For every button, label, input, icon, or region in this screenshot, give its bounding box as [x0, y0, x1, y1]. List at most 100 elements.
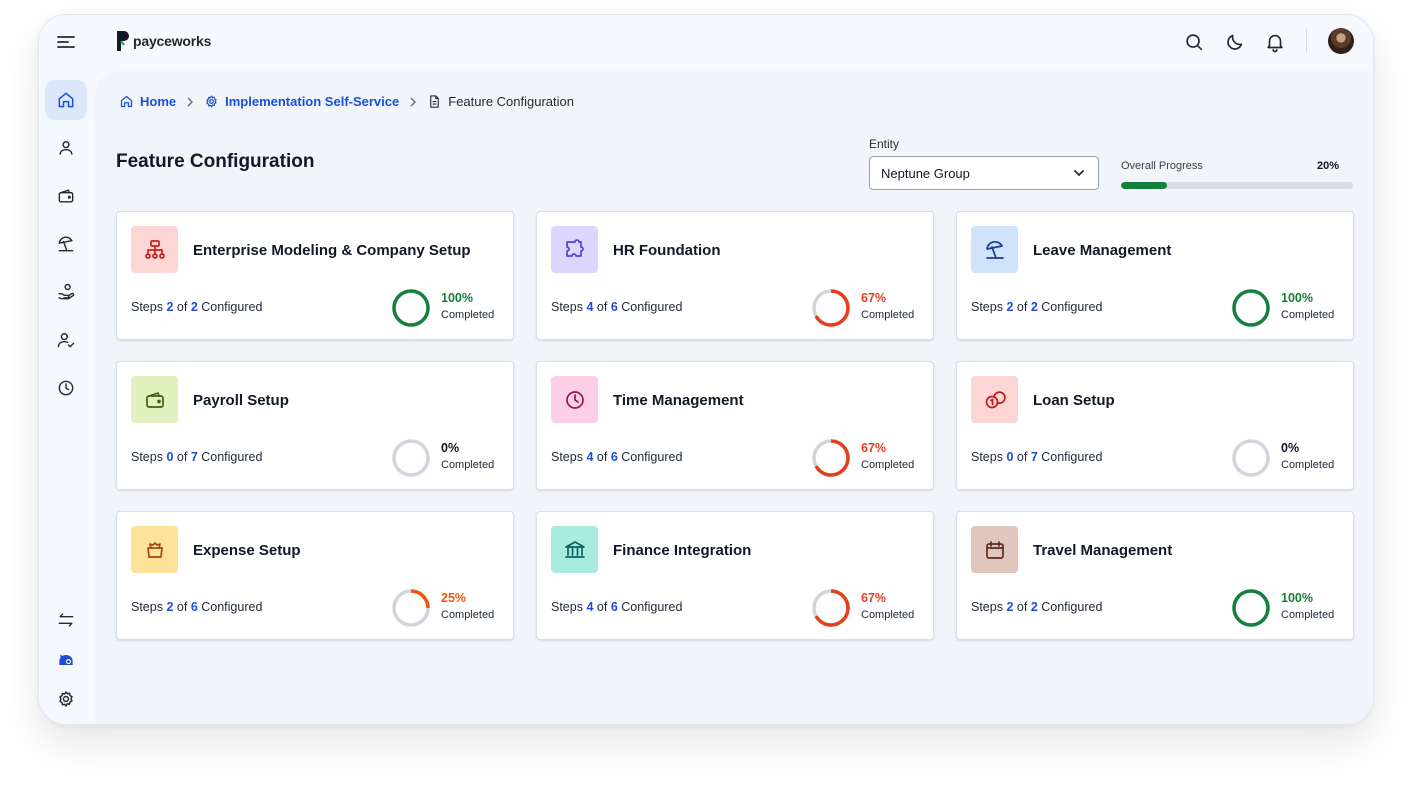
feature-steps: Steps 2 of 2 Configured	[131, 300, 262, 314]
steps-of: of	[596, 600, 608, 614]
coins-icon	[985, 390, 1006, 408]
sidebar-item-loans[interactable]	[45, 272, 87, 312]
feature-card[interactable]: Payroll Setup Steps 0 of 7 Configured 0%…	[116, 361, 514, 490]
overall-progress-fill	[1121, 182, 1168, 189]
user-avatar[interactable]	[1328, 28, 1354, 54]
sidebar-item-switch[interactable]	[45, 600, 87, 640]
sidebar-item-time[interactable]	[45, 368, 87, 408]
steps-prefix: Steps	[971, 300, 1003, 314]
money-bag-icon	[146, 541, 163, 558]
steps-done: 2	[1006, 300, 1014, 314]
progress-ring	[1232, 439, 1270, 477]
feature-completed-label: Completed	[1281, 459, 1335, 471]
progress-ring-track	[1232, 439, 1270, 477]
chevron-right-icon	[184, 96, 196, 108]
brand-name: payceworks	[133, 33, 212, 49]
chevron-down-icon	[1074, 170, 1084, 177]
progress-ring-fill	[392, 289, 430, 327]
steps-done: 4	[586, 450, 594, 464]
entity-select[interactable]: Neptune Group	[869, 156, 1099, 190]
steps-total: 6	[610, 600, 618, 614]
main-content: Home Implementation Self-Service Feature…	[95, 71, 1373, 724]
progress-ring	[392, 439, 430, 477]
sidebar-item-people[interactable]	[45, 128, 87, 168]
feature-icon-tile	[551, 226, 598, 273]
entity-label: Entity	[869, 137, 900, 151]
feature-steps: Steps 2 of 2 Configured	[971, 300, 1102, 314]
steps-of: of	[596, 450, 608, 464]
clock-icon	[565, 390, 584, 409]
settings-icon	[59, 691, 73, 707]
mascot-icon	[59, 655, 73, 665]
sidebar-item-leave[interactable]	[45, 224, 87, 264]
feature-title: Finance Integration	[613, 542, 752, 559]
steps-done: 2	[166, 600, 174, 614]
steps-suffix: Configured	[201, 450, 263, 464]
sidebar-item-approvals[interactable]	[45, 320, 87, 360]
feature-percent: 100%	[441, 291, 473, 305]
steps-of: of	[176, 450, 188, 464]
steps-done: 2	[1006, 600, 1014, 614]
breadcrumb-section[interactable]: Implementation Self-Service	[204, 94, 399, 109]
breadcrumb-current-label: Feature Configuration	[448, 94, 574, 109]
feature-card[interactable]: Leave Management Steps 2 of 2 Configured…	[956, 211, 1354, 340]
app-window: payceworks Home Implementation Self-Serv…	[38, 14, 1374, 725]
steps-prefix: Steps	[971, 600, 1003, 614]
brand-logo[interactable]: payceworks	[115, 29, 211, 53]
feature-title: Time Management	[613, 392, 744, 409]
progress-ring	[1232, 589, 1270, 627]
feature-completed-label: Completed	[861, 459, 915, 471]
entity-select-value: Neptune Group	[881, 165, 970, 181]
feature-card[interactable]: HR Foundation Steps 4 of 6 Configured 67…	[536, 211, 934, 340]
feature-completed-label: Completed	[861, 609, 915, 621]
feature-steps: Steps 0 of 7 Configured	[131, 450, 262, 464]
bell-icon[interactable]	[1264, 31, 1286, 53]
progress-ring	[812, 439, 850, 477]
progress-ring	[812, 589, 850, 627]
chevron-right-icon	[407, 96, 419, 108]
hand-coins-icon	[58, 283, 75, 300]
steps-total: 2	[1030, 600, 1038, 614]
search-icon[interactable]	[1183, 31, 1205, 53]
steps-prefix: Steps	[551, 450, 583, 464]
steps-suffix: Configured	[1041, 300, 1103, 314]
moon-icon[interactable]	[1224, 31, 1246, 53]
top-bar: payceworks	[39, 15, 1373, 71]
progress-ring	[392, 589, 430, 627]
sidebar-item-settings[interactable]	[45, 679, 87, 719]
steps-of: of	[1016, 600, 1028, 614]
feature-icon-tile	[551, 526, 598, 573]
feature-card[interactable]: Time Management Steps 4 of 6 Configured …	[536, 361, 934, 490]
feature-percent: 100%	[1281, 591, 1313, 605]
swap-icon	[58, 613, 74, 627]
feature-icon-tile	[971, 226, 1018, 273]
feature-steps: Steps 2 of 6 Configured	[131, 600, 262, 614]
wallet-icon	[58, 189, 74, 203]
steps-suffix: Configured	[201, 600, 263, 614]
feature-card[interactable]: Travel Management Steps 2 of 2 Configure…	[956, 511, 1354, 640]
feature-title: Travel Management	[1033, 542, 1173, 559]
steps-suffix: Configured	[621, 300, 683, 314]
steps-suffix: Configured	[1041, 600, 1103, 614]
feature-icon-tile	[971, 376, 1018, 423]
gear-icon	[206, 95, 217, 108]
steps-prefix: Steps	[971, 450, 1003, 464]
feature-icon-tile	[551, 376, 598, 423]
bank-icon	[564, 540, 585, 558]
feature-card[interactable]: Enterprise Modeling & Company Setup Step…	[116, 211, 514, 340]
sidebar-item-home[interactable]	[45, 80, 87, 120]
breadcrumb-home[interactable]: Home	[119, 94, 176, 109]
feature-completed-label: Completed	[861, 309, 915, 321]
feature-card[interactable]: Expense Setup Steps 2 of 6 Configured 25…	[116, 511, 514, 640]
menu-icon[interactable]	[56, 34, 76, 50]
steps-prefix: Steps	[551, 300, 583, 314]
sidebar-item-assistant[interactable]	[45, 640, 87, 680]
feature-card[interactable]: Loan Setup Steps 0 of 7 Configured 0% Co…	[956, 361, 1354, 490]
overall-progress-label: Overall Progress	[1121, 160, 1203, 172]
breadcrumb-current: Feature Configuration	[427, 94, 574, 109]
sidebar	[39, 71, 95, 724]
steps-prefix: Steps	[131, 600, 163, 614]
sidebar-item-payroll[interactable]	[45, 176, 87, 216]
steps-total: 6	[610, 300, 618, 314]
feature-card[interactable]: Finance Integration Steps 4 of 6 Configu…	[536, 511, 934, 640]
